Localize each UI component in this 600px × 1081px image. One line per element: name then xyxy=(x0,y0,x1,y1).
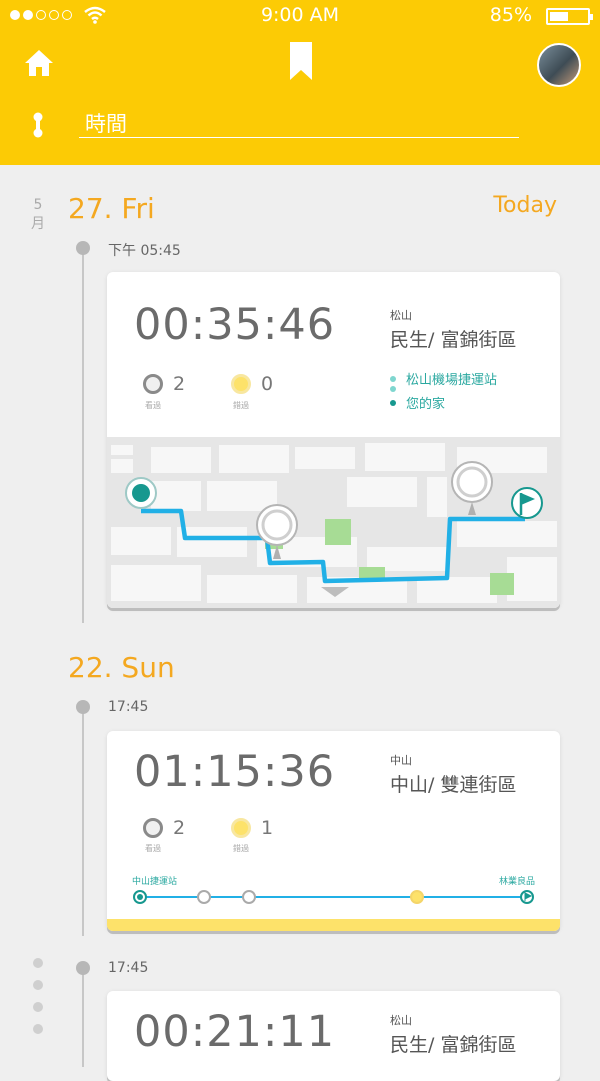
trip-duration: 01:15:36 xyxy=(134,747,336,797)
timeline-dot xyxy=(76,241,90,255)
route-dot xyxy=(390,386,396,392)
search-input[interactable]: 時間 xyxy=(79,110,519,138)
trip-card[interactable]: 00:21:11 松山 民生/ 富錦街區 xyxy=(107,991,560,1081)
trip-time: 17:45 xyxy=(108,699,149,715)
trip-place: 民生/ 富錦街區 xyxy=(390,1034,517,1056)
more-dot xyxy=(33,1002,43,1012)
trip-place: 民生/ 富錦街區 xyxy=(390,329,517,351)
bookmark-icon[interactable] xyxy=(290,42,312,80)
seen-count: 2 xyxy=(173,373,186,395)
today-label: Today xyxy=(493,193,557,218)
trip-card[interactable]: 00:35:46 松山 民生/ 富錦街區 2 看過 0 錯過 松山機場捷運站 您… xyxy=(107,272,560,608)
seen-label: 看過 xyxy=(145,844,161,853)
missed-count: 0 xyxy=(261,373,274,395)
missed-stat: 0 xyxy=(231,373,273,395)
route-start: 松山機場捷運站 xyxy=(390,369,497,388)
route-end: 您的家 xyxy=(390,393,445,412)
missed-label: 錯過 xyxy=(233,401,249,410)
seen-stop xyxy=(242,890,256,904)
route-progress[interactable] xyxy=(107,883,560,913)
trip-place: 中山/ 雙連街區 xyxy=(390,774,517,796)
seen-icon xyxy=(143,818,163,838)
trip-time: 17:45 xyxy=(108,960,149,976)
trip-duration: 00:35:46 xyxy=(134,300,336,350)
seen-stat: 2 xyxy=(143,817,185,839)
trip-district: 松山 xyxy=(390,1014,412,1027)
start-marker xyxy=(125,477,157,509)
missed-icon xyxy=(231,818,251,838)
month-label: 5月 xyxy=(31,197,45,232)
route-icon[interactable] xyxy=(30,112,46,138)
seen-stat: 2 xyxy=(143,373,185,395)
seen-count: 2 xyxy=(173,817,186,839)
missed-count: 1 xyxy=(261,817,274,839)
card-accent-strip xyxy=(107,919,560,931)
route-map[interactable] xyxy=(107,437,560,608)
more-dot xyxy=(33,958,43,968)
day-heading: 22. Sun xyxy=(68,651,175,684)
missed-stat: 1 xyxy=(231,817,273,839)
trip-card[interactable]: 01:15:36 中山 中山/ 雙連街區 2 看過 1 錯過 中山捷運站 林業良… xyxy=(107,731,560,931)
missed-icon xyxy=(231,374,251,394)
timeline-line xyxy=(82,706,84,936)
trip-district: 松山 xyxy=(390,309,412,322)
more-dot xyxy=(33,1024,43,1034)
missed-label: 錯過 xyxy=(233,844,249,853)
day-heading: 27. Fri xyxy=(68,192,155,225)
trip-time: 下午 05:45 xyxy=(108,243,181,259)
home-icon[interactable] xyxy=(24,48,54,78)
timeline-line xyxy=(82,966,84,1067)
seen-label: 看過 xyxy=(145,401,161,410)
avatar[interactable] xyxy=(537,43,581,87)
app-header: 9:00 AM 85% 時間 xyxy=(0,0,600,165)
missed-stop xyxy=(410,890,424,904)
timeline-dot xyxy=(76,961,90,975)
seen-stop xyxy=(197,890,211,904)
finish-flag-icon xyxy=(511,487,543,519)
timeline-dot xyxy=(76,700,90,714)
trip-duration: 00:21:11 xyxy=(134,1007,336,1057)
status-bar: 9:00 AM 85% xyxy=(0,0,600,32)
trip-district: 中山 xyxy=(390,754,412,767)
timeline-line xyxy=(82,245,84,623)
more-dot xyxy=(33,980,43,990)
seen-icon xyxy=(143,374,163,394)
battery-icon xyxy=(546,8,593,25)
battery-percent: 85% xyxy=(489,4,532,26)
